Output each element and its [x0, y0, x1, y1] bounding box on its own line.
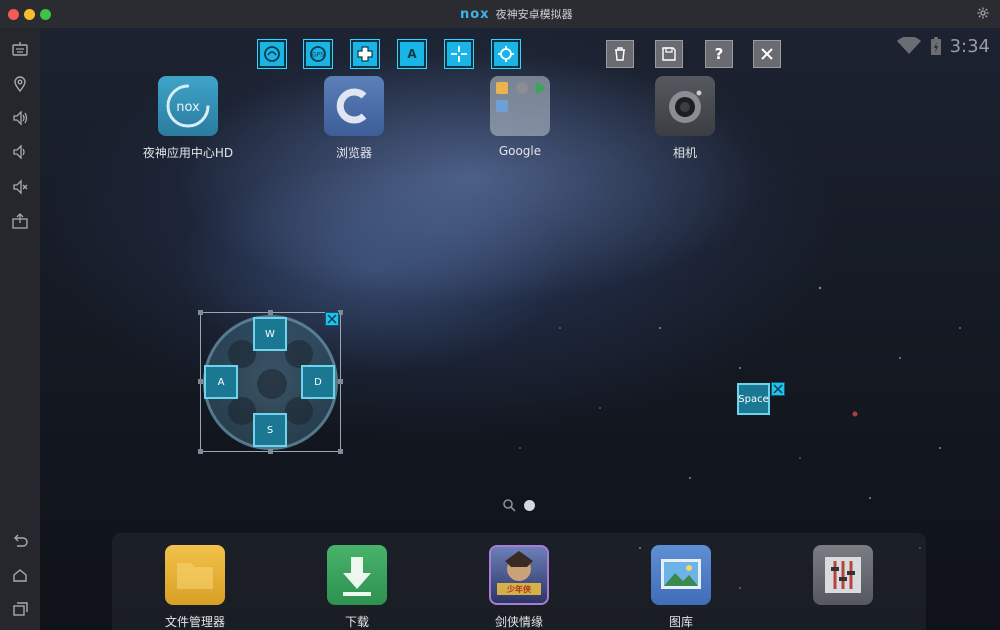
close-icon — [327, 314, 337, 324]
keyboard-icon[interactable] — [9, 38, 31, 60]
battery-icon — [930, 37, 941, 55]
crosshair-button[interactable] — [444, 39, 474, 69]
resize-handle[interactable] — [338, 449, 343, 454]
dpad-keymap[interactable]: W A D S — [198, 310, 343, 454]
app-label: 剑侠情缘 — [494, 615, 543, 629]
resize-handle[interactable] — [198, 310, 203, 315]
aim-target-icon — [498, 46, 514, 62]
android-screen[interactable]: 3:34 GPS A ? nox 夜神应用中心HD 浏览器 Google 相机 … — [40, 28, 1000, 630]
dpad-button[interactable] — [350, 39, 380, 69]
resize-handle[interactable] — [338, 379, 343, 384]
nox-app-center-icon: nox — [158, 76, 218, 136]
help-icon: ? — [714, 45, 724, 63]
sidebar — [0, 28, 40, 630]
title-bar: nox 夜神安卓模拟器 — [0, 0, 1000, 28]
nox-logo: nox — [460, 6, 490, 22]
app-label: 夜神应用中心HD — [142, 146, 234, 160]
gps-icon: GPS — [310, 46, 326, 62]
app-label: 相机 — [672, 146, 697, 160]
app-nox-center[interactable]: nox 夜神应用中心HD — [133, 76, 243, 161]
page-indicator — [502, 498, 535, 512]
dpad-key-down[interactable]: S — [253, 413, 287, 447]
download-icon — [327, 545, 387, 605]
help-button[interactable]: ? — [705, 40, 733, 68]
recent-apps-icon[interactable] — [9, 598, 31, 620]
app-label: 文件管理器 — [164, 615, 225, 629]
dpad-remove-button[interactable] — [325, 312, 339, 326]
app-label: 图库 — [668, 615, 693, 629]
home-icon[interactable] — [9, 564, 31, 586]
dpad-center — [257, 369, 287, 399]
volume-up-icon[interactable] — [9, 107, 31, 129]
gesture-icon — [264, 46, 280, 62]
app-label: Google — [498, 144, 542, 158]
dpad-key-up[interactable]: W — [253, 317, 287, 351]
dock-file-manager[interactable]: 文件管理器 — [140, 545, 250, 630]
key-a-icon: A — [407, 47, 417, 61]
minimize-window-button[interactable] — [24, 9, 35, 20]
trash-icon — [615, 47, 625, 61]
gps-button[interactable]: GPS — [303, 39, 333, 69]
folder-icon — [165, 545, 225, 605]
game-icon: 少年侠 — [489, 545, 549, 605]
svg-text:GPS: GPS — [312, 52, 324, 59]
dpad-key-left[interactable]: A — [204, 365, 238, 399]
dock-settings[interactable] — [788, 545, 898, 613]
close-button[interactable] — [753, 40, 781, 68]
clock: 3:34 — [949, 35, 990, 57]
resize-handle[interactable] — [198, 449, 203, 454]
back-icon[interactable] — [9, 530, 31, 552]
mute-icon[interactable] — [9, 176, 31, 198]
key-a-button[interactable]: A — [397, 39, 427, 69]
crosshair-icon — [451, 46, 467, 62]
wifi-icon — [896, 37, 921, 54]
search-icon[interactable] — [502, 498, 516, 512]
dock: 文件管理器 下载 少年侠 剑侠情缘 图库 — [112, 533, 926, 630]
app-camera[interactable]: 相机 — [630, 76, 740, 161]
close-icon — [761, 48, 773, 60]
close-icon — [773, 384, 783, 394]
svg-text:少年侠: 少年侠 — [506, 584, 532, 594]
aim-target-button[interactable] — [491, 39, 521, 69]
dock-download[interactable]: 下载 — [302, 545, 412, 630]
window-title: 夜神安卓模拟器 — [495, 8, 573, 21]
google-folder-icon — [490, 76, 550, 136]
browser-icon — [324, 76, 384, 136]
save-icon — [662, 47, 676, 61]
camera-icon — [655, 76, 715, 136]
settings-gear-icon[interactable] — [976, 7, 990, 21]
delete-button[interactable] — [606, 40, 634, 68]
volume-down-icon[interactable] — [9, 141, 31, 163]
page-dot-active[interactable] — [524, 499, 535, 511]
dpad-icon — [357, 46, 373, 62]
save-button[interactable] — [655, 40, 683, 68]
equalizer-settings-icon — [813, 545, 873, 605]
status-bar: 3:34 — [896, 34, 990, 58]
close-window-button[interactable] — [8, 9, 19, 20]
app-google-folder[interactable]: Google — [465, 76, 575, 158]
dpad-key-right[interactable]: D — [301, 365, 335, 399]
app-label: 下载 — [344, 615, 369, 629]
space-key[interactable]: Space — [737, 383, 770, 415]
space-key-remove-button[interactable] — [771, 382, 785, 396]
dock-gallery[interactable]: 图库 — [626, 545, 736, 630]
app-label: 浏览器 — [335, 146, 372, 160]
install-apk-icon[interactable] — [9, 210, 31, 232]
svg-text:nox: nox — [176, 100, 200, 115]
window-title-group: nox 夜神安卓模拟器 — [460, 5, 573, 23]
app-browser[interactable]: 浏览器 — [299, 76, 409, 161]
maximize-window-button[interactable] — [40, 9, 51, 20]
location-pin-icon[interactable] — [9, 73, 31, 95]
gallery-icon — [651, 545, 711, 605]
dock-game[interactable]: 少年侠 剑侠情缘 — [464, 545, 574, 630]
gesture-button[interactable] — [257, 39, 287, 69]
